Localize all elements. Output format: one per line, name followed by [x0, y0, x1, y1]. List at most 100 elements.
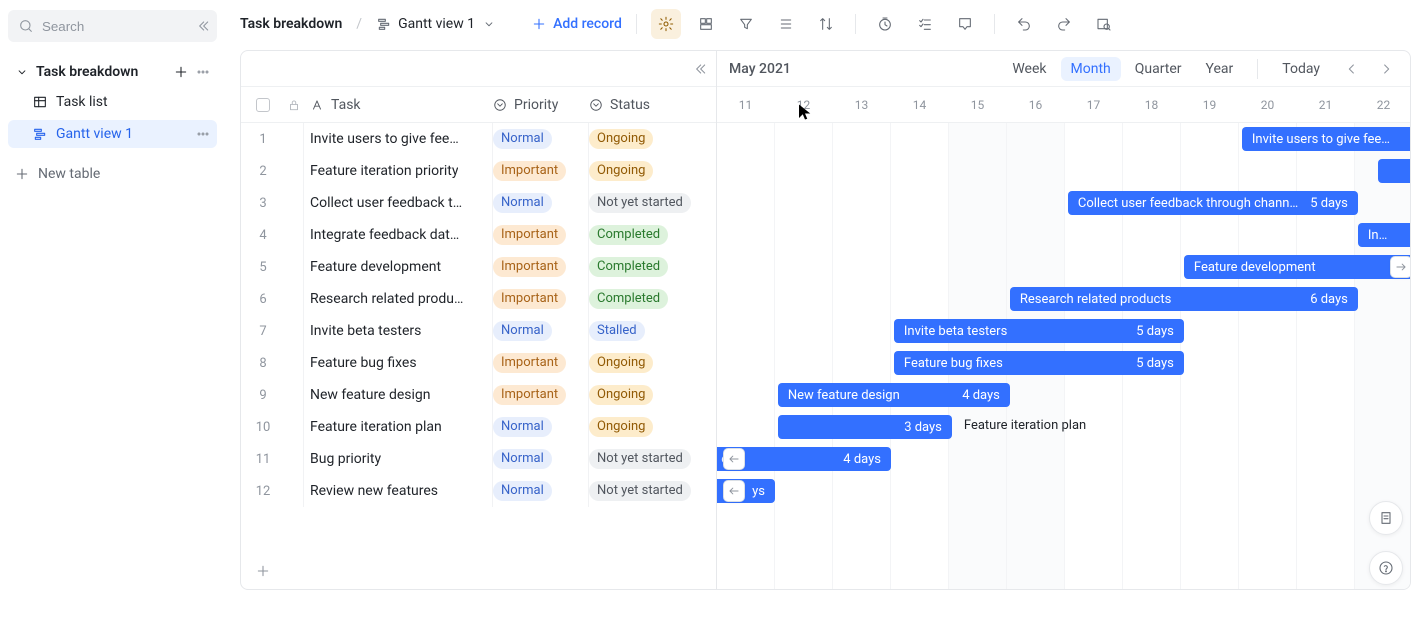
- search-box[interactable]: [8, 10, 217, 42]
- breadcrumb-table[interactable]: Task breakdown: [240, 16, 342, 32]
- comment-button[interactable]: [950, 9, 980, 39]
- cell-status[interactable]: Completed: [588, 251, 716, 283]
- cell-priority[interactable]: Normal: [492, 443, 588, 475]
- bar-extend-left[interactable]: [723, 448, 745, 470]
- table-row[interactable]: 10Feature iteration planNormalOngoing: [241, 411, 716, 443]
- cell-status[interactable]: Ongoing: [588, 155, 716, 187]
- gantt-bar[interactable]: Collect user feedback through chann…5 da…: [1068, 191, 1358, 215]
- table-row[interactable]: 3Collect user feedback t…NormalNot yet s…: [241, 187, 716, 219]
- table-row[interactable]: 7Invite beta testersNormalStalled: [241, 315, 716, 347]
- cell-status[interactable]: Not yet started: [588, 443, 716, 475]
- gantt-bar[interactable]: Feature bug fixes5 days: [894, 351, 1184, 375]
- gantt-bar[interactable]: New feature design4 days: [778, 383, 1010, 407]
- table-more-icon[interactable]: [195, 64, 211, 80]
- gantt-bar[interactable]: Invite users to give fee…: [1242, 127, 1410, 151]
- cell-priority[interactable]: Important: [492, 283, 588, 315]
- table-row[interactable]: 2Feature iteration priorityImportantOngo…: [241, 155, 716, 187]
- cell-task[interactable]: Research related produ…: [303, 283, 492, 315]
- gantt-bar[interactable]: Feature development: [1184, 255, 1410, 279]
- table-row[interactable]: 4Integrate feedback dat…ImportantComplet…: [241, 219, 716, 251]
- scale-week[interactable]: Week: [1002, 57, 1056, 81]
- add-record-button[interactable]: Add record: [531, 16, 622, 32]
- cell-task[interactable]: Collect user feedback t…: [303, 187, 492, 219]
- cell-status[interactable]: Completed: [588, 283, 716, 315]
- row-height-button[interactable]: [771, 9, 801, 39]
- cell-status[interactable]: Ongoing: [588, 123, 716, 155]
- scale-year[interactable]: Year: [1196, 57, 1244, 81]
- add-view-icon[interactable]: [173, 64, 189, 80]
- table-row[interactable]: 12Review new featuresNormalNot yet start…: [241, 475, 716, 507]
- col-status[interactable]: Status: [610, 97, 650, 113]
- table-row[interactable]: 9New feature designImportantOngoing: [241, 379, 716, 411]
- cell-priority[interactable]: Important: [492, 347, 588, 379]
- search-input[interactable]: [42, 19, 219, 34]
- gantt-bar[interactable]: 3 days: [778, 415, 952, 439]
- help-button[interactable]: [1369, 551, 1403, 585]
- activity-button[interactable]: [1369, 501, 1403, 535]
- new-table-button[interactable]: New table: [8, 158, 217, 190]
- cell-task[interactable]: Review new features: [303, 475, 492, 507]
- cell-status[interactable]: Ongoing: [588, 411, 716, 443]
- cell-task[interactable]: Integrate feedback dat…: [303, 219, 492, 251]
- group-button[interactable]: [691, 9, 721, 39]
- scale-month[interactable]: Month: [1061, 57, 1121, 81]
- undo-button[interactable]: [1009, 9, 1039, 39]
- cell-task[interactable]: Invite beta testers: [303, 315, 492, 347]
- bar-extend-left[interactable]: [723, 480, 745, 502]
- table-row[interactable]: 1Invite users to give fee…NormalOngoing: [241, 123, 716, 155]
- timeline-prev[interactable]: [1340, 57, 1364, 81]
- cell-status[interactable]: Ongoing: [588, 379, 716, 411]
- cell-task[interactable]: Bug priority: [303, 443, 492, 475]
- table-row[interactable]: 5Feature developmentImportantCompleted: [241, 251, 716, 283]
- cell-status[interactable]: Not yet started: [588, 475, 716, 507]
- gantt-bar[interactable]: Invite beta testers5 days: [894, 319, 1184, 343]
- settings-button[interactable]: [651, 9, 681, 39]
- redo-button[interactable]: [1049, 9, 1079, 39]
- cell-priority[interactable]: Important: [492, 219, 588, 251]
- cell-priority[interactable]: Normal: [492, 123, 588, 155]
- cell-priority[interactable]: Normal: [492, 315, 588, 347]
- gantt-bar[interactable]: In…: [1358, 223, 1410, 247]
- add-row-button[interactable]: [241, 553, 716, 589]
- sort-button[interactable]: [811, 9, 841, 39]
- more-icon[interactable]: [195, 126, 211, 142]
- cell-task[interactable]: Feature development: [303, 251, 492, 283]
- sidebar-collapse-icon[interactable]: [195, 18, 211, 34]
- cell-priority[interactable]: Important: [492, 155, 588, 187]
- cell-task[interactable]: New feature design: [303, 379, 492, 411]
- cell-task[interactable]: Feature bug fixes: [303, 347, 492, 379]
- cell-task[interactable]: Invite users to give fee…: [303, 123, 492, 155]
- cell-priority[interactable]: Important: [492, 379, 588, 411]
- automation-button[interactable]: [910, 9, 940, 39]
- col-priority[interactable]: Priority: [514, 97, 558, 113]
- find-button[interactable]: [1089, 9, 1119, 39]
- cell-task[interactable]: Feature iteration plan: [303, 411, 492, 443]
- cell-status[interactable]: Completed: [588, 219, 716, 251]
- cell-task[interactable]: Feature iteration priority: [303, 155, 492, 187]
- today-button[interactable]: Today: [1272, 57, 1330, 81]
- reminder-button[interactable]: [870, 9, 900, 39]
- sidebar-view-0[interactable]: Task list: [8, 88, 217, 116]
- filter-button[interactable]: [731, 9, 761, 39]
- bar-extend-right[interactable]: [1390, 256, 1410, 278]
- scale-quarter[interactable]: Quarter: [1125, 57, 1192, 81]
- cell-status[interactable]: Not yet started: [588, 187, 716, 219]
- cell-status[interactable]: Stalled: [588, 315, 716, 347]
- table-header[interactable]: Task breakdown: [8, 60, 217, 84]
- cell-status[interactable]: Ongoing: [588, 347, 716, 379]
- sidebar-view-1[interactable]: Gantt view 1: [8, 120, 217, 148]
- gantt-bar[interactable]: [1378, 159, 1410, 183]
- cell-priority[interactable]: Normal: [492, 411, 588, 443]
- table-row[interactable]: 8Feature bug fixesImportantOngoing: [241, 347, 716, 379]
- cell-priority[interactable]: Normal: [492, 187, 588, 219]
- table-row[interactable]: 6Research related produ…ImportantComplet…: [241, 283, 716, 315]
- timeline-next[interactable]: [1374, 57, 1398, 81]
- view-picker[interactable]: Gantt view 1: [376, 16, 497, 32]
- table-row[interactable]: 11Bug priorityNormalNot yet started: [241, 443, 716, 475]
- collapse-grid-icon[interactable]: [684, 61, 708, 77]
- cell-priority[interactable]: Important: [492, 251, 588, 283]
- cell-priority[interactable]: Normal: [492, 475, 588, 507]
- select-all-checkbox[interactable]: [256, 98, 270, 112]
- gantt-bar[interactable]: Research related products6 days: [1010, 287, 1358, 311]
- col-task[interactable]: Task: [331, 97, 361, 113]
